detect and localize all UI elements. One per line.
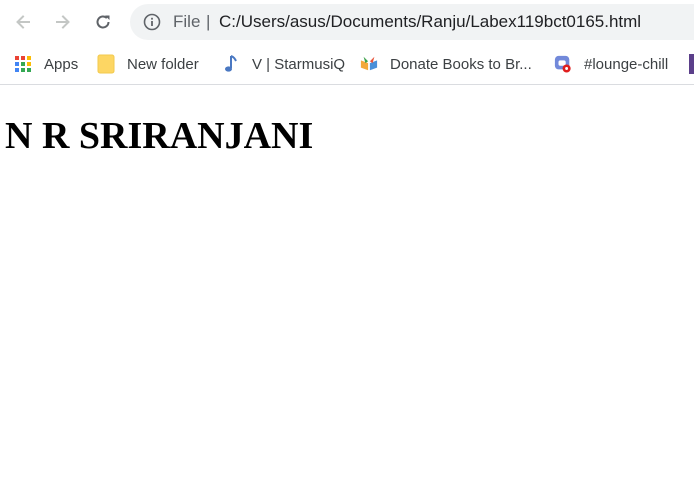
info-circle-icon[interactable] bbox=[143, 13, 161, 36]
bookmark-lounge-chill[interactable]: #lounge-chill bbox=[554, 52, 668, 76]
apps-grid-icon bbox=[14, 55, 32, 73]
bookmark-donate-books[interactable]: Donate Books to Br... bbox=[360, 52, 532, 76]
scheme-label: File bbox=[173, 12, 201, 31]
bookmark-label: V | StarmusiQ bbox=[252, 55, 346, 73]
books-icon bbox=[360, 55, 378, 73]
bookmark-label: Apps bbox=[44, 55, 79, 73]
page-content: N R SRIRANJANI bbox=[0, 85, 694, 486]
page-heading: N R SRIRANJANI bbox=[5, 115, 314, 157]
folder-icon bbox=[97, 54, 115, 74]
bookmark-apps[interactable]: Apps bbox=[14, 52, 78, 76]
url-text[interactable]: C:/Users/asus/Documents/Ranju/Labex119bc… bbox=[219, 12, 641, 32]
bookmarks-bar: Apps New folder V | StarmusiQ Donate Boo… bbox=[0, 44, 694, 85]
bookmark-label: New folder bbox=[127, 55, 199, 73]
arrow-left-icon bbox=[13, 12, 33, 32]
bookmark-label: Donate Books to Br... bbox=[390, 55, 532, 73]
bookmark-label: #lounge-chill bbox=[584, 55, 669, 73]
bookmark-overflow-edge[interactable] bbox=[689, 54, 694, 74]
back-button[interactable] bbox=[8, 7, 38, 37]
forward-button[interactable] bbox=[48, 7, 78, 37]
bookmark-new-folder[interactable]: New folder bbox=[97, 52, 199, 76]
reload-button[interactable] bbox=[88, 7, 118, 37]
bookmark-starmusiq[interactable]: V | StarmusiQ bbox=[222, 52, 345, 76]
discord-icon bbox=[554, 55, 572, 73]
music-note-icon bbox=[222, 55, 240, 73]
arrow-right-icon bbox=[53, 12, 73, 32]
reload-icon bbox=[93, 12, 113, 32]
scheme-separator: | bbox=[206, 12, 211, 31]
address-bar[interactable]: File | C:/Users/asus/Documents/Ranju/Lab… bbox=[130, 4, 694, 40]
browser-toolbar: File | C:/Users/asus/Documents/Ranju/Lab… bbox=[0, 0, 694, 44]
